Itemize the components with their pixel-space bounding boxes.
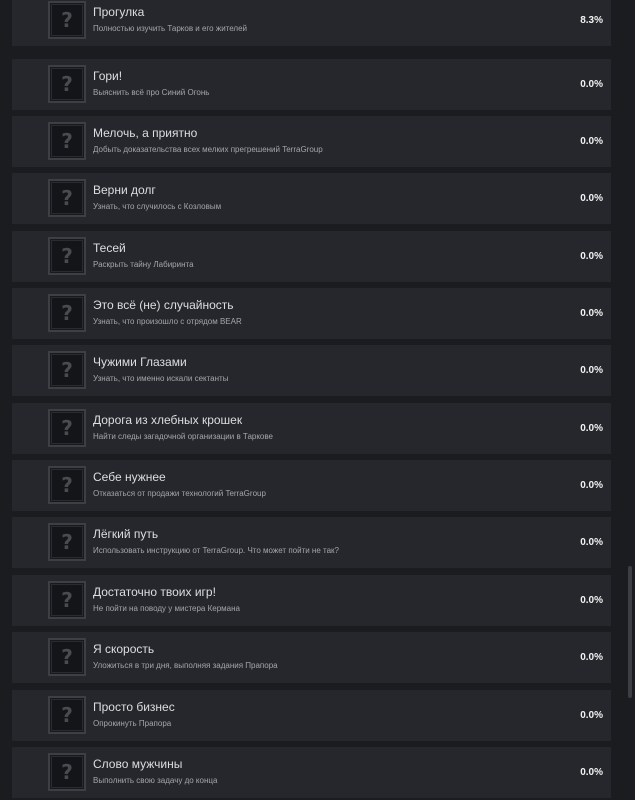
- achievement-row: ? Просто бизнес Опрокинуть Прапора 0.0%: [12, 690, 611, 741]
- achievement-icon-frame: ?: [48, 466, 86, 504]
- achievement-description: Опрокинуть Прапора: [93, 719, 172, 728]
- achievement-title: Прогулка: [93, 5, 145, 19]
- achievement-title: Просто бизнес: [93, 700, 175, 714]
- achievement-title: Чужими Глазами: [93, 355, 187, 369]
- achievement-title: Тесей: [93, 241, 126, 255]
- achievement-description: Выполнить свою задачу до конца: [93, 776, 218, 785]
- achievement-row: ? Гори! Выяснить всё про Синий Огонь 0.0…: [12, 59, 611, 110]
- achievement-percent: 0.0%: [580, 480, 603, 491]
- achievement-title: Мелочь, а приятно: [93, 126, 198, 140]
- achievement-percent: 0.0%: [580, 710, 603, 721]
- achievement-description: Узнать, что произошло с отрядом BEAR: [93, 317, 242, 326]
- achievement-row: ? Мелочь, а приятно Добыть доказательств…: [12, 116, 611, 167]
- question-mark-icon: ?: [51, 68, 83, 100]
- achievement-row: ? Себе нужнее Отказаться от продажи техн…: [12, 460, 611, 511]
- achievement-percent: 0.0%: [580, 193, 603, 204]
- achievement-percent: 0.0%: [580, 767, 603, 778]
- achievement-icon-frame: ?: [48, 294, 86, 332]
- achievement-description: Узнать, что именно искали сектанты: [93, 374, 229, 383]
- question-mark-icon: ?: [51, 412, 83, 444]
- achievement-row: ? Я скорость Уложиться в три дня, выполн…: [12, 632, 611, 683]
- achievement-row: ? Прогулка Полностью изучить Тарков и ег…: [12, 0, 611, 46]
- achievement-row: ? Слово мужчины Выполнить свою задачу до…: [12, 747, 611, 798]
- achievement-percent: 0.0%: [580, 537, 603, 548]
- achievement-title: Я скорость: [93, 642, 155, 656]
- achievement-percent: 0.0%: [580, 652, 603, 663]
- achievement-icon-frame: ?: [48, 581, 86, 619]
- question-mark-icon: ?: [51, 354, 83, 386]
- achievement-icon-frame: ?: [48, 696, 86, 734]
- achievement-description: Полностью изучить Тарков и его жителей: [93, 24, 248, 33]
- achievement-title: Достаточно твоих игр!: [93, 585, 216, 599]
- achievement-icon-frame: ?: [48, 523, 86, 561]
- question-mark-icon: ?: [51, 469, 83, 501]
- achievement-row: ? Тесей Раскрыть тайну Лабиринта 0.0%: [12, 231, 611, 282]
- achievement-title: Дорога из хлебных крошек: [93, 413, 243, 427]
- achievement-description: Выяснить всё про Синий Огонь: [93, 88, 210, 97]
- achievement-icon-frame: ?: [48, 179, 86, 217]
- achievement-row: ? Это всё (не) случайность Узнать, что п…: [12, 288, 611, 339]
- achievement-icon-frame: ?: [48, 409, 86, 447]
- achievement-icon-frame: ?: [48, 753, 86, 791]
- achievement-percent: 0.0%: [580, 308, 603, 319]
- achievement-description: Уложиться в три дня, выполняя задания Пр…: [93, 661, 278, 670]
- achievements-viewport[interactable]: ? Прогулка Полностью изучить Тарков и ег…: [0, 0, 635, 800]
- achievement-icon-frame: ?: [48, 351, 86, 389]
- achievement-description: Использовать инструкцию от TerraGroup. Ч…: [93, 546, 339, 555]
- achievement-title: Верни долг: [93, 183, 156, 197]
- achievement-row: ? Дорога из хлебных крошек Найти следы з…: [12, 403, 611, 454]
- scrollbar-thumb[interactable]: [628, 566, 632, 698]
- question-mark-icon: ?: [51, 584, 83, 616]
- achievement-description: Раскрыть тайну Лабиринта: [93, 260, 194, 269]
- achievement-row: ? Чужими Глазами Узнать, что именно иска…: [12, 345, 611, 396]
- achievement-icon-frame: ?: [48, 638, 86, 676]
- achievement-icon-frame: ?: [48, 65, 86, 103]
- achievement-title: Лёгкий путь: [93, 527, 159, 541]
- achievement-description: Добыть доказательства всех мелких прегре…: [93, 145, 323, 154]
- achievement-description: Не пойти на поводу у мистера Кермана: [93, 604, 240, 613]
- achievement-title: Гори!: [93, 69, 123, 83]
- question-mark-icon: ?: [51, 641, 83, 673]
- achievement-title: Слово мужчины: [93, 757, 183, 771]
- achievement-icon-frame: ?: [48, 122, 86, 160]
- achievement-percent: 0.0%: [580, 365, 603, 376]
- achievement-icon-frame: ?: [48, 1, 86, 39]
- achievement-description: Узнать, что случилось с Козловым: [93, 202, 222, 211]
- achievement-description: Найти следы загадочной организации в Тар…: [93, 432, 273, 441]
- question-mark-icon: ?: [51, 182, 83, 214]
- question-mark-icon: ?: [51, 4, 83, 36]
- achievement-icon-frame: ?: [48, 237, 86, 275]
- achievement-percent: 0.0%: [580, 423, 603, 434]
- achievement-title: Себе нужнее: [93, 470, 166, 484]
- achievement-description: Отказаться от продажи технологий TerraGr…: [93, 489, 266, 498]
- question-mark-icon: ?: [51, 125, 83, 157]
- question-mark-icon: ?: [51, 526, 83, 558]
- question-mark-icon: ?: [51, 756, 83, 788]
- question-mark-icon: ?: [51, 699, 83, 731]
- achievement-percent: 0.0%: [580, 136, 603, 147]
- achievement-percent: 0.0%: [580, 79, 603, 90]
- question-mark-icon: ?: [51, 240, 83, 272]
- achievement-percent: 8.3%: [580, 15, 603, 26]
- achievement-row: ? Достаточно твоих игр! Не пойти на пово…: [12, 575, 611, 626]
- achievement-row: ? Лёгкий путь Использовать инструкцию от…: [12, 517, 611, 568]
- question-mark-icon: ?: [51, 297, 83, 329]
- achievement-percent: 0.0%: [580, 251, 603, 262]
- achievement-title: Это всё (не) случайность: [93, 298, 234, 312]
- achievement-row: ? Верни долг Узнать, что случилось с Коз…: [12, 173, 611, 224]
- achievement-percent: 0.0%: [580, 595, 603, 606]
